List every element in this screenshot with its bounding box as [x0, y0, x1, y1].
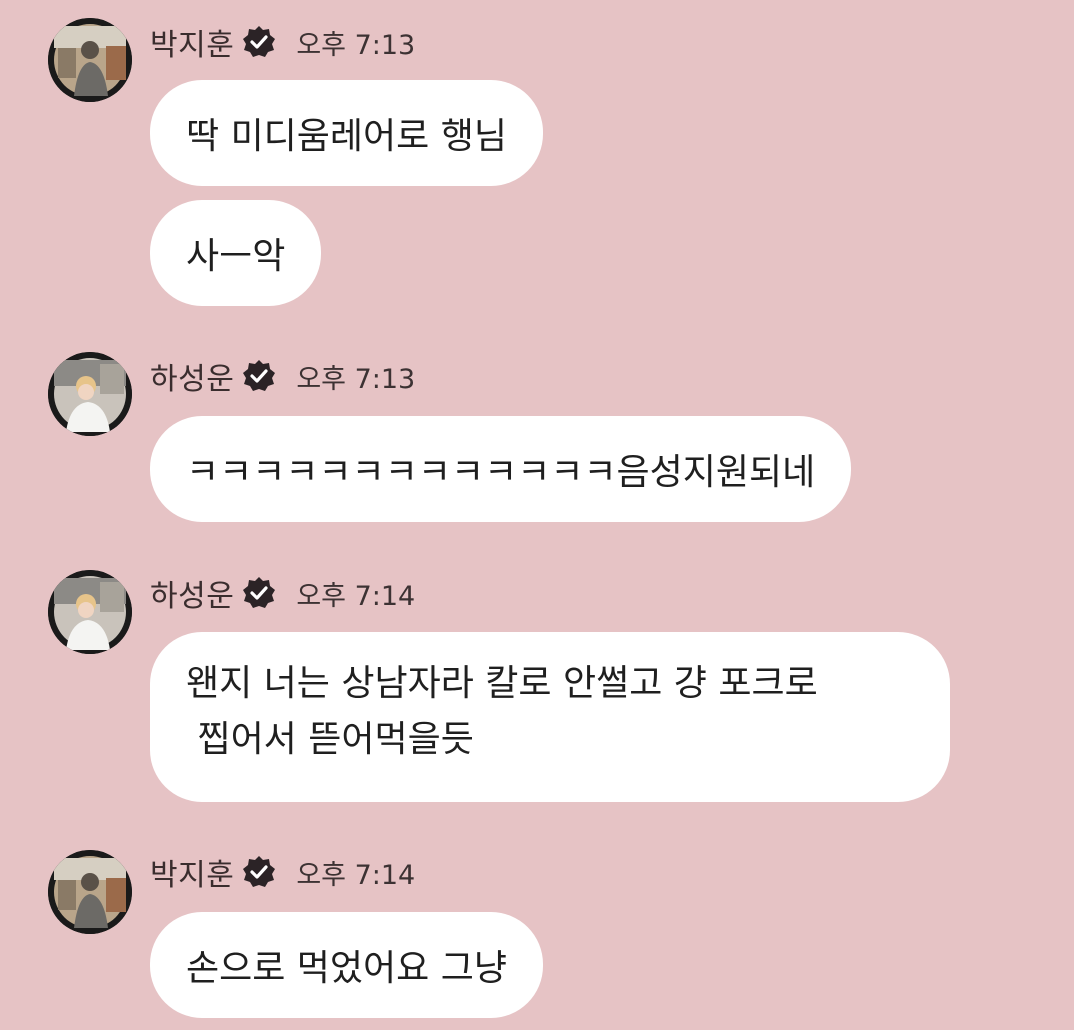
profile-photo-jihoon-icon	[48, 850, 132, 934]
profile-photo-jihoon-icon	[48, 18, 132, 102]
message-bubble[interactable]: 딱 미디움레어로 행님	[150, 80, 543, 186]
message-header: 하성운 오후 7:14	[150, 571, 415, 615]
profile-photo-sungwoon-icon	[48, 352, 132, 436]
message-text: 손으로 먹었어요 그냥	[186, 948, 507, 989]
message-header: 박지훈 오후 7:13	[150, 20, 415, 64]
message-header: 박지훈 오후 7:14	[150, 850, 415, 894]
avatar[interactable]	[48, 18, 132, 102]
message-text: 딱 미디움레어로 행님	[186, 116, 507, 157]
message-bubble[interactable]: 사ㅡ악	[150, 200, 322, 306]
sender-name[interactable]: 하성운	[150, 571, 234, 615]
sender-name[interactable]: 박지훈	[150, 20, 234, 64]
avatar[interactable]	[48, 850, 132, 934]
sender-name[interactable]: 박지훈	[150, 850, 234, 894]
sender-name[interactable]: 하성운	[150, 354, 234, 398]
verified-check-icon	[242, 25, 276, 59]
verified-check-icon	[242, 576, 276, 610]
message-header: 하성운 오후 7:13	[150, 354, 415, 398]
timestamp: 오후 7:13	[296, 363, 416, 395]
avatar[interactable]	[48, 352, 132, 436]
avatar[interactable]	[48, 570, 132, 654]
message-text-line: 왠지 너는 상남자라 칼로 안썰고 걍 포크로	[186, 663, 818, 704]
message-bubble[interactable]: 왠지 너는 상남자라 칼로 안썰고 걍 포크로 찝어서 뜯어먹을듯	[150, 632, 950, 802]
timestamp: 오후 7:13	[296, 29, 416, 61]
message-text: ㅋㅋㅋㅋㅋㅋㅋㅋㅋㅋㅋㅋㅋ음성지원되네	[186, 452, 816, 493]
timestamp: 오후 7:14	[296, 580, 416, 612]
message-bubble[interactable]: ㅋㅋㅋㅋㅋㅋㅋㅋㅋㅋㅋㅋㅋ음성지원되네	[150, 416, 852, 522]
verified-check-icon	[242, 359, 276, 393]
message-bubble[interactable]: 손으로 먹었어요 그냥	[150, 912, 543, 1018]
timestamp: 오후 7:14	[296, 859, 416, 891]
message-text-line: 찝어서 뜯어먹을듯	[186, 719, 474, 760]
profile-photo-sungwoon-icon	[48, 570, 132, 654]
message-text: 사ㅡ악	[186, 236, 286, 277]
verified-check-icon	[242, 855, 276, 889]
